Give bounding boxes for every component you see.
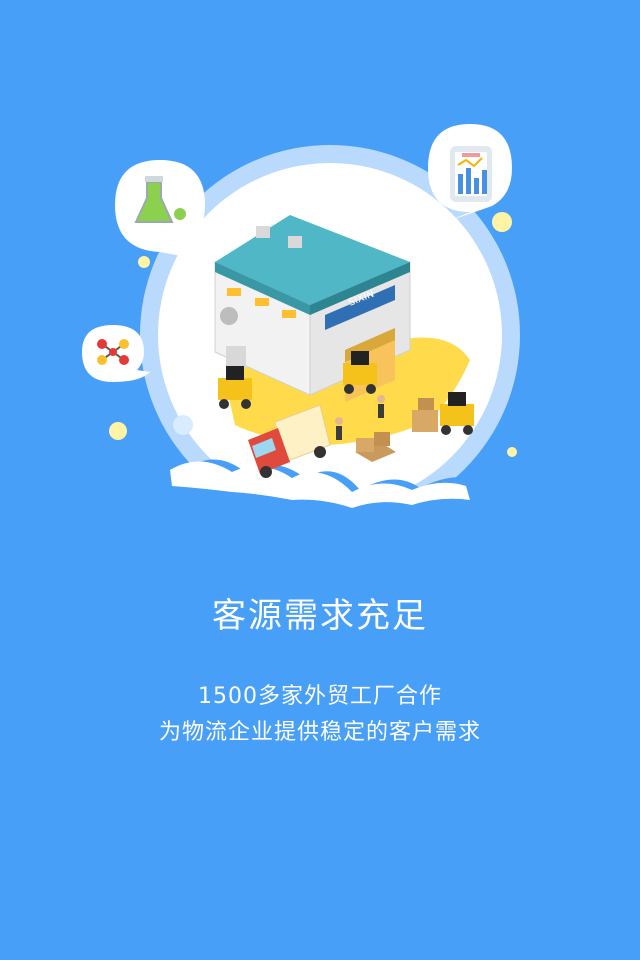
molecule-bubble (82, 325, 150, 382)
headline: 客源需求充足 (212, 596, 428, 636)
bar-chart-phone-icon (450, 146, 492, 202)
dot-light-1 (173, 415, 193, 435)
dot-yellow-3 (109, 422, 127, 440)
description-line-2: 为物流企业提供稳定的客户需求 (158, 720, 481, 745)
description-line-1: 1500多家外贸工厂合作 (198, 684, 442, 709)
dot-yellow-2 (138, 256, 150, 268)
dot-yellow-1 (492, 212, 512, 232)
dot-yellow-4 (507, 447, 517, 457)
hero-illustration: SIXIN (82, 124, 560, 560)
